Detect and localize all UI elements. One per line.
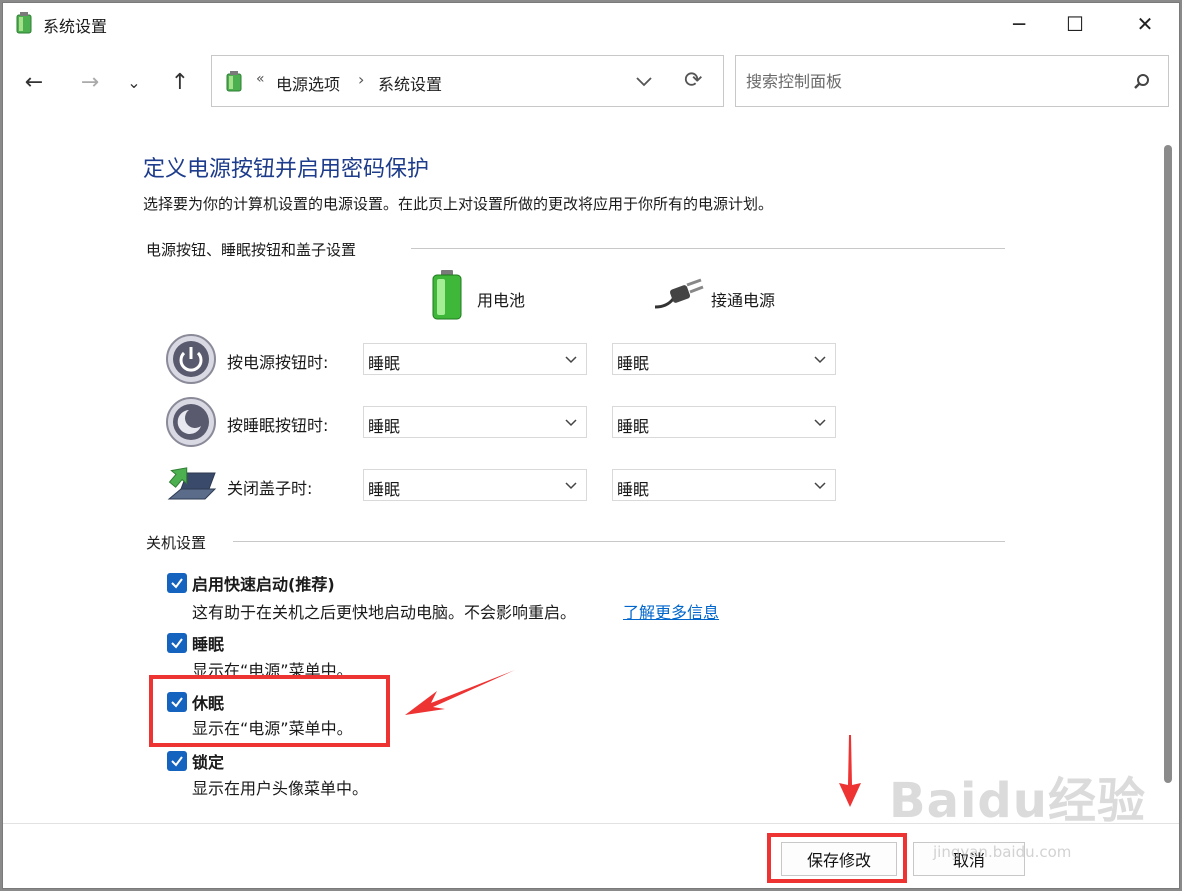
page-title: 定义电源按钮并启用密码保护 <box>143 157 430 182</box>
fast-startup-desc: 这有助于在关机之后更快地启动电脑。不会影响重启。 <box>192 603 577 622</box>
column-on-battery: 用电池 <box>477 291 526 310</box>
vertical-scrollbar[interactable] <box>1161 121 1175 823</box>
control-panel-power-icon <box>16 12 32 34</box>
forward-arrow-icon[interactable]: → <box>75 67 105 97</box>
power-button-plugged-select[interactable]: 睡眠 <box>612 343 836 375</box>
chevron-down-icon <box>565 482 577 490</box>
control-panel-power-icon <box>226 71 242 92</box>
system-settings-window: 系统设置 ─ ☐ ✕ ← → ⌄ ↑ « 电源选项 › 系统设置 ⟳ 搜索控制面… <box>2 2 1180 889</box>
power-plug-icon <box>654 278 704 309</box>
hibernate-option-checkbox[interactable] <box>167 692 187 712</box>
checkmark-icon <box>171 756 183 767</box>
footer-bar: 保存修改 取消 <box>3 823 1179 888</box>
breadcrumb-system-settings[interactable]: 系统设置 <box>378 71 442 95</box>
column-plugged-in: 接通电源 <box>711 291 776 310</box>
title-bar: 系统设置 ─ ☐ ✕ <box>3 3 1179 45</box>
refresh-icon[interactable]: ⟳ <box>684 68 702 93</box>
laptop-lid-icon <box>167 467 217 500</box>
lid-close-battery-select[interactable]: 睡眠 <box>363 469 587 501</box>
checkmark-icon <box>171 697 183 708</box>
lock-option-desc: 显示在用户头像菜单中。 <box>192 779 369 798</box>
sleep-button-battery-select[interactable]: 睡眠 <box>363 406 587 438</box>
recent-locations-chevron-icon[interactable]: ⌄ <box>119 67 149 97</box>
address-bar[interactable]: « 电源选项 › 系统设置 ⟳ <box>211 55 724 107</box>
search-box[interactable] <box>735 55 1169 107</box>
chevron-down-icon <box>565 419 577 427</box>
maximize-button[interactable]: ☐ <box>1049 3 1101 45</box>
hibernate-option-desc: 显示在“电源”菜单中。 <box>192 719 353 738</box>
lid-close-label: 关闭盖子时: <box>227 479 313 498</box>
sleep-button-icon <box>166 397 216 447</box>
address-dropdown-chevron-icon[interactable] <box>632 69 656 93</box>
fast-startup-checkbox[interactable] <box>167 573 187 593</box>
page-description: 选择要为你的计算机设置的电源设置。在此页上对设置所做的更改将应用于你所有的电源计… <box>143 195 774 213</box>
breadcrumb-separator: › <box>358 70 365 89</box>
back-arrow-icon[interactable]: ← <box>19 67 49 97</box>
power-button-battery-select[interactable]: 睡眠 <box>363 343 587 375</box>
hibernate-option-title: 休眠 <box>192 694 225 713</box>
navigation-bar: ← → ⌄ ↑ « 电源选项 › 系统设置 ⟳ <box>3 45 1179 117</box>
checkmark-icon <box>171 638 183 649</box>
sleep-option-title: 睡眠 <box>192 635 225 654</box>
section-divider <box>233 541 1005 542</box>
breadcrumb-power-options[interactable]: 电源选项 <box>276 71 340 95</box>
window-title: 系统设置 <box>43 17 108 36</box>
section-divider <box>411 248 1005 249</box>
fast-startup-title: 启用快速启动(推荐) <box>192 575 335 594</box>
battery-icon <box>432 270 462 320</box>
chevron-down-icon <box>814 356 826 364</box>
power-button-icon <box>166 334 216 384</box>
checkmark-icon <box>171 578 183 589</box>
learn-more-link[interactable]: 了解更多信息 <box>623 599 719 623</box>
search-icon[interactable] <box>1130 71 1152 93</box>
cancel-button[interactable]: 取消 <box>913 842 1025 876</box>
chevron-down-icon <box>814 419 826 427</box>
lid-close-plugged-select[interactable]: 睡眠 <box>612 469 836 501</box>
up-arrow-icon[interactable]: ↑ <box>165 67 195 97</box>
search-input[interactable] <box>746 68 1106 94</box>
scrollbar-thumb[interactable] <box>1164 145 1172 783</box>
chevron-down-icon <box>565 356 577 364</box>
breadcrumb-overflow[interactable]: « <box>256 71 265 87</box>
chevron-down-icon <box>814 482 826 490</box>
power-button-label: 按电源按钮时: <box>227 353 329 372</box>
main-content: 定义电源按钮并启用密码保护 选择要为你的计算机设置的电源设置。在此页上对设置所做… <box>3 117 1163 823</box>
save-changes-button[interactable]: 保存修改 <box>781 842 897 876</box>
sleep-option-checkbox[interactable] <box>167 633 187 653</box>
minimize-button[interactable]: ─ <box>993 3 1045 45</box>
lock-option-checkbox[interactable] <box>167 751 187 771</box>
annotation-arrow-icon <box>839 735 861 807</box>
sleep-button-label: 按睡眠按钮时: <box>227 416 329 435</box>
buttons-section-label: 电源按钮、睡眠按钮和盖子设置 <box>146 241 357 259</box>
shutdown-section-label: 关机设置 <box>146 534 207 552</box>
sleep-option-desc: 显示在“电源”菜单中。 <box>192 661 353 680</box>
sleep-button-plugged-select[interactable]: 睡眠 <box>612 406 836 438</box>
close-button[interactable]: ✕ <box>1119 3 1171 45</box>
lock-option-title: 锁定 <box>192 753 225 772</box>
annotation-arrow-icon <box>405 670 515 715</box>
